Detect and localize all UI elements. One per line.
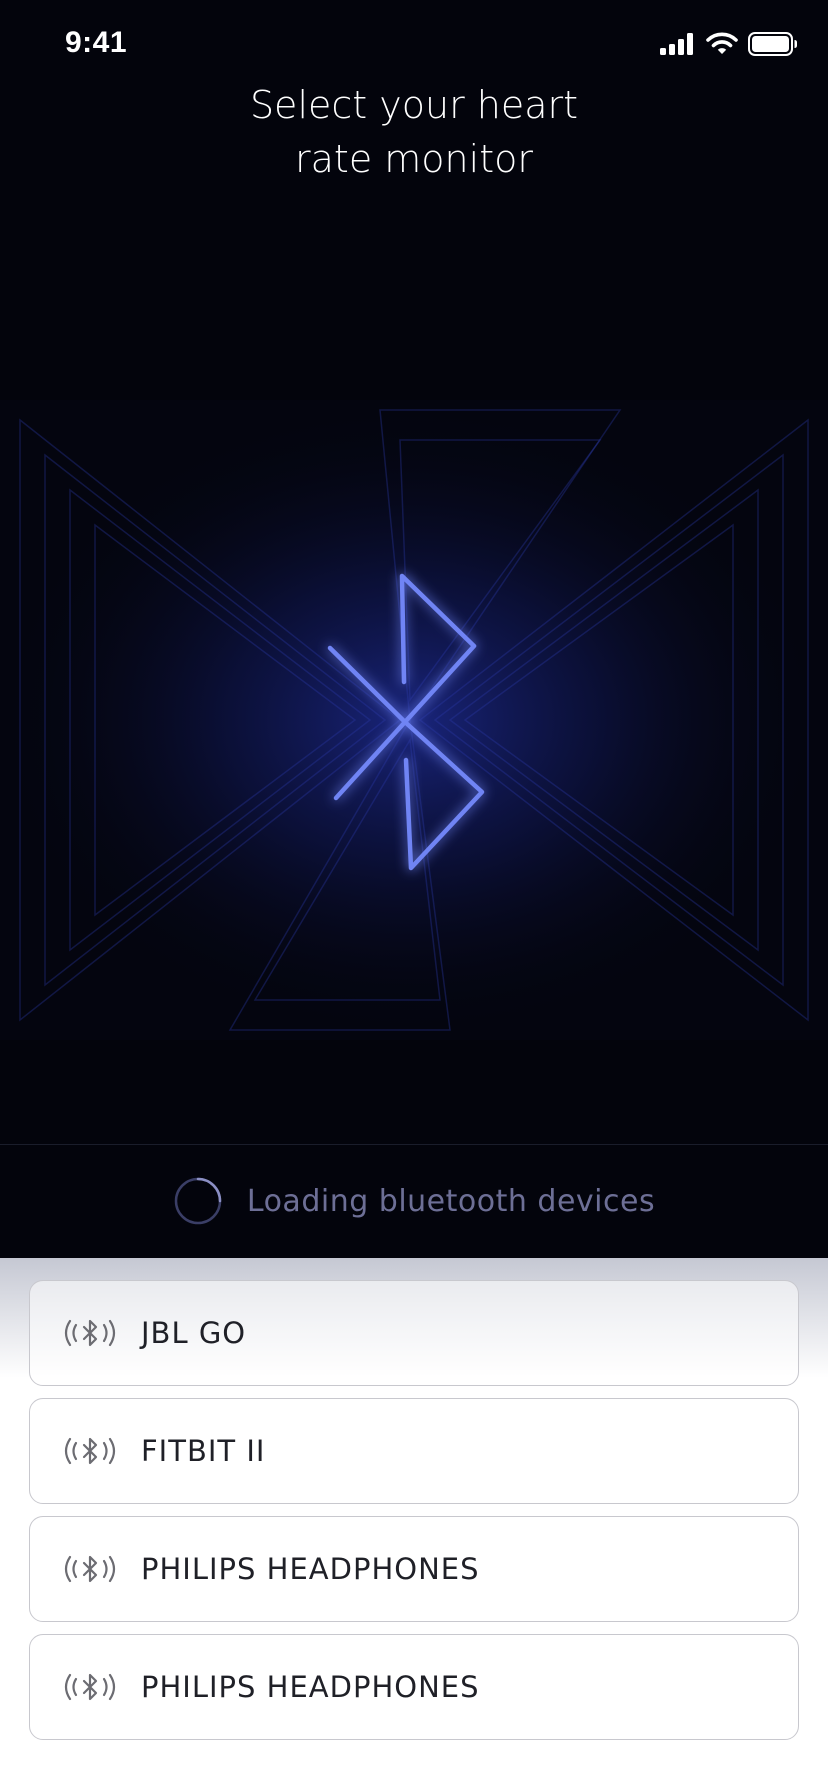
- device-name: PHILIPS HEADPHONES: [141, 1552, 480, 1586]
- page-title-line-2: rate monitor: [295, 137, 533, 181]
- device-name: JBL GO: [141, 1316, 247, 1350]
- page-title-line-1: Select your heart: [249, 83, 579, 127]
- loading-indicator: Loading bluetooth devices: [0, 1144, 828, 1258]
- page-title: Select your heart rate monitor: [0, 78, 828, 186]
- battery-icon: [748, 32, 797, 56]
- device-name: FITBIT II: [141, 1434, 266, 1468]
- bluetooth-signal-icon: [61, 1431, 119, 1471]
- device-item-fitbit-ii[interactable]: FITBIT II: [29, 1398, 799, 1504]
- status-time: 9:41: [65, 26, 128, 59]
- status-icons: [660, 32, 798, 56]
- device-item-philips-headphones[interactable]: PHILIPS HEADPHONES: [29, 1516, 799, 1622]
- bluetooth-signal-icon: [61, 1549, 119, 1589]
- bluetooth-signal-icon: [61, 1313, 119, 1353]
- loading-spinner-icon: [174, 1177, 222, 1225]
- device-item-jbl-go[interactable]: JBL GO: [29, 1280, 799, 1386]
- device-list: JBL GO FITBIT II PHILIPS HEADPHONES PHIL…: [29, 1280, 799, 1752]
- device-item-philips-headphones-2[interactable]: PHILIPS HEADPHONES: [29, 1634, 799, 1740]
- wifi-icon: [706, 32, 738, 54]
- loading-text: Loading bluetooth devices: [246, 1183, 656, 1219]
- bluetooth-signal-icon: [61, 1667, 119, 1707]
- status-bar: 9:41: [0, 0, 828, 90]
- hero-panel: 9:41 Select your heart rate monitor Load…: [0, 0, 828, 1258]
- device-name: PHILIPS HEADPHONES: [141, 1670, 480, 1704]
- signal-icon: [660, 33, 693, 55]
- bluetooth-illustration: [0, 400, 828, 1040]
